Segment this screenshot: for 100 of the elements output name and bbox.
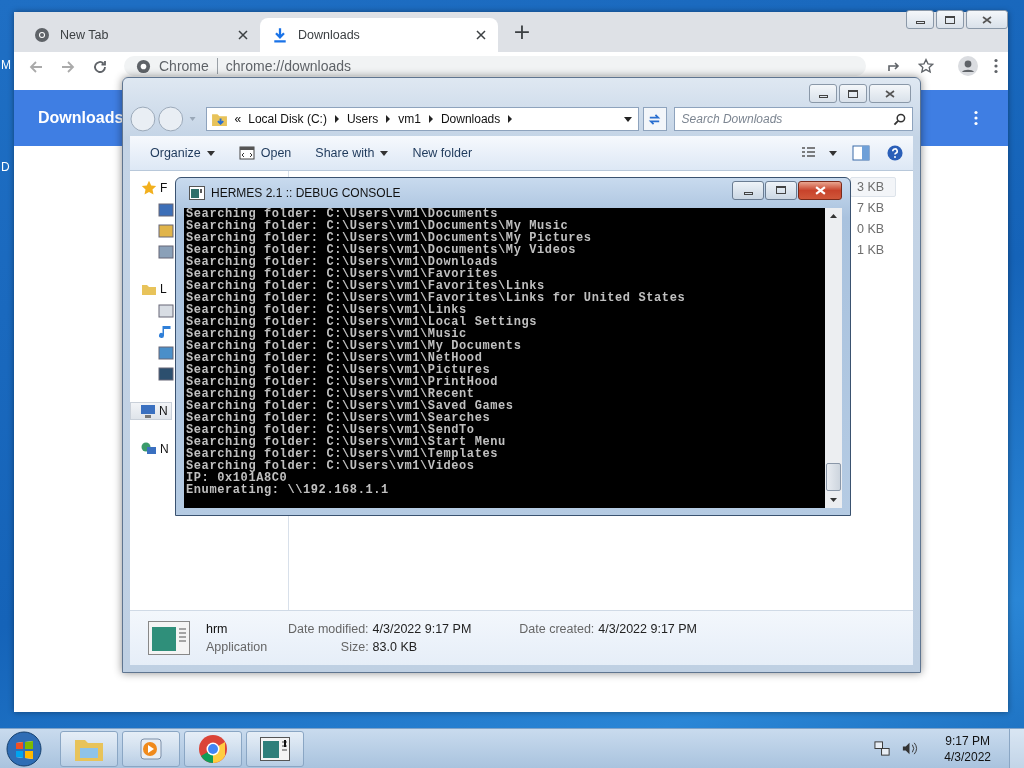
nav-item[interactable]: N (140, 440, 173, 458)
search-field[interactable]: Search Downloads (673, 107, 913, 131)
caret-icon (380, 150, 389, 156)
dropdown-arrow-icon[interactable] (829, 150, 837, 156)
breadcrumb-item[interactable]: Users (346, 112, 379, 126)
nav-item-label: N (160, 442, 169, 456)
close-icon[interactable] (238, 30, 248, 40)
scrollbar[interactable] (825, 208, 842, 508)
download-icon (272, 27, 288, 43)
star-icon (141, 180, 157, 196)
start-button[interactable] (6, 730, 42, 767)
console-line: Searching folder: C:\Users\vm1\SendTo (186, 424, 475, 436)
volume-icon[interactable] (901, 740, 919, 757)
browser-tab[interactable]: Downloads (260, 18, 498, 52)
star-icon[interactable] (918, 58, 934, 74)
taskbar-button[interactable] (246, 730, 304, 767)
nav-item[interactable]: F (140, 179, 172, 197)
tab-title: New Tab (60, 28, 110, 42)
application-icon (148, 621, 190, 655)
help-icon[interactable] (885, 145, 905, 161)
console-line: Searching folder: C:\Users\vm1\Downloads (186, 256, 499, 268)
scroll-thumb[interactable] (826, 463, 841, 491)
console-line: Enumerating: \\192.168.1.1 (186, 484, 390, 496)
clock-time: 9:17 PM (945, 732, 990, 749)
menu-icon[interactable] (994, 58, 998, 74)
console-line: Searching folder: C:\Users\vm1\Videos (186, 460, 475, 472)
breadcrumb-item[interactable]: vm1 (398, 112, 421, 126)
file-size: 3 KB (850, 177, 896, 197)
breadcrumb-item[interactable]: Downloads (440, 112, 501, 126)
console-line: Searching folder: C:\Users\vm1\Local Settings (186, 316, 539, 328)
console-line: Searching folder: C:\Users\vm1\Documents\My Music (186, 220, 569, 232)
reload-icon[interactable] (92, 59, 108, 75)
dropdown-arrow-icon[interactable] (623, 116, 632, 122)
console-line: Searching folder: C:\Users\vm1\Music (186, 328, 467, 340)
window-title: HERMES 2.1 :: DEBUG CONSOLE (211, 186, 401, 200)
detail-label: Size: (339, 640, 369, 654)
clock[interactable]: 9:17 PM 4/3/2022 (944, 732, 991, 765)
chevron-icon[interactable] (507, 115, 514, 123)
close-button[interactable] (798, 180, 842, 200)
console-line: Searching folder: C:\Users\vm1\Documents (186, 208, 499, 220)
caret-icon (206, 150, 215, 156)
address-bar[interactable]: Chrome chrome://downloads (124, 56, 866, 76)
site-label: Chrome (159, 58, 209, 74)
console-line: Searching folder: C:\Users\vm1\Templates (186, 448, 500, 460)
breadcrumb-item[interactable]: Local Disk (C:) (248, 112, 327, 126)
maximize-button[interactable] (936, 10, 964, 29)
nav-item-label: N (159, 404, 168, 418)
maximize-button[interactable] (839, 84, 867, 103)
window-icon (238, 145, 255, 161)
profile-icon[interactable] (958, 56, 978, 76)
tab-title: Downloads (298, 28, 361, 42)
close-button[interactable] (966, 10, 1008, 29)
toolbar-button[interactable]: New folder (402, 142, 483, 164)
minimize-button[interactable] (906, 10, 934, 29)
preview-pane-icon[interactable] (851, 145, 871, 161)
nav-item-label: L (160, 282, 167, 296)
desktop-icon-label: M (1, 58, 11, 72)
chevron-icon[interactable] (333, 115, 340, 123)
console-line: IP: 0x101A8C0 (186, 472, 288, 484)
search-icon[interactable] (893, 113, 906, 126)
music-note-icon (158, 323, 174, 340)
menu-icon[interactable] (974, 110, 978, 126)
media-player-icon (138, 735, 164, 762)
network-icon (141, 441, 157, 457)
browser-tab[interactable]: New Tab (22, 18, 260, 52)
console-line: Searching folder: C:\Users\vm1\Searches (186, 412, 492, 424)
console-line: Searching folder: C:\Users\vm1\Documents\My Pictures (186, 232, 593, 244)
minimize-button[interactable] (732, 180, 764, 200)
breadcrumb-overflow[interactable]: « (234, 112, 242, 126)
nav-item[interactable]: L (140, 280, 171, 298)
taskbar-button[interactable] (184, 730, 242, 767)
console-window-icon (260, 736, 290, 761)
chrome-icon (198, 733, 228, 764)
close-button[interactable] (869, 84, 911, 103)
network-icon[interactable] (874, 740, 892, 757)
refresh-button[interactable] (642, 107, 667, 131)
chevron-icon[interactable] (385, 115, 392, 123)
nav-item-label: F (160, 181, 168, 195)
maximize-button[interactable] (765, 180, 797, 200)
close-icon (982, 15, 992, 24)
console-line: Searching folder: C:\Users\vm1\Favorites (186, 268, 499, 280)
console-line: Searching folder: C:\Users\vm1\Favorites\Links for United States (186, 292, 687, 304)
chevron-icon[interactable] (427, 115, 434, 123)
toolbar-button[interactable]: Share with (305, 142, 399, 164)
file-size: 1 KB (856, 242, 886, 259)
toolbar-button[interactable]: Open (228, 141, 302, 165)
console-line: Searching folder: C:\Users\vm1\Links (186, 304, 468, 316)
minimize-button[interactable] (809, 84, 837, 103)
file-size: 7 KB (856, 200, 886, 217)
nav-item[interactable]: N (130, 402, 172, 420)
chrome-icon (136, 58, 151, 74)
computer-icon (140, 403, 156, 419)
new-tab-button[interactable]: + (508, 18, 536, 46)
toolbar-button[interactable]: Organize (140, 142, 225, 164)
file-type: Application (206, 640, 269, 654)
address-bar[interactable]: « Local Disk (C:) Users vm1 Downloads (205, 107, 639, 131)
close-icon[interactable] (476, 30, 486, 40)
console-line: Searching folder: C:\Users\vm1\Saved Games (186, 400, 515, 412)
page-title: Downloads (38, 109, 124, 127)
url-text: chrome://downloads (225, 58, 352, 74)
